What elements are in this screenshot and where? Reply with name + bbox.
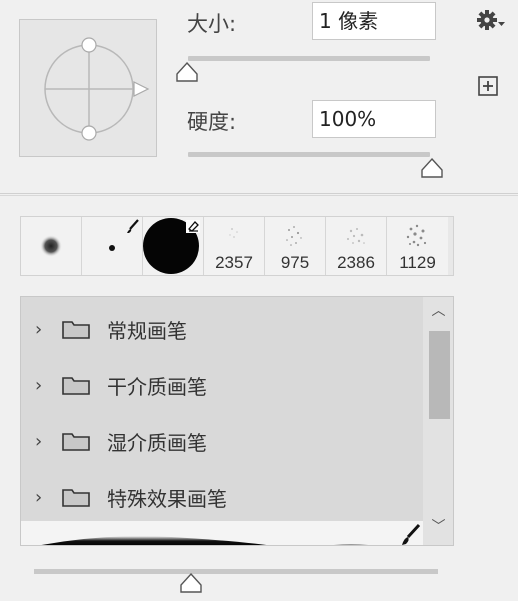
folder-label: 干介质画笔 bbox=[107, 374, 207, 399]
chevron-right-icon[interactable]: › bbox=[35, 431, 57, 452]
size-slider-track[interactable] bbox=[188, 56, 430, 61]
brush-folder-row[interactable]: › 干介质画笔 bbox=[21, 357, 423, 413]
eraser-icon bbox=[186, 220, 200, 233]
soft-round-brush-icon bbox=[40, 235, 62, 257]
small-hard-brush-icon bbox=[109, 219, 139, 251]
scrollbar-thumb[interactable] bbox=[429, 331, 450, 419]
brush-size-count: 2357 bbox=[215, 253, 253, 272]
brush-swatch-1129[interactable]: 1129 bbox=[387, 217, 448, 275]
angle-handle bbox=[133, 81, 150, 97]
chevron-right-icon[interactable]: › bbox=[35, 487, 57, 508]
brush-swatch-2357[interactable]: 2357 bbox=[204, 217, 265, 275]
folder-label: 湿介质画笔 bbox=[107, 430, 207, 455]
angle-roundness-diagram bbox=[44, 37, 150, 141]
brush-size-count: 2386 bbox=[337, 253, 375, 272]
size-slider-thumb[interactable] bbox=[175, 61, 199, 83]
folder-label: 常规画笔 bbox=[107, 318, 187, 343]
brush-preset-list: › 常规画笔 › 干介质画笔 › 湿介质画笔 › 特殊效果画笔 ︿ ﹀ bbox=[20, 296, 454, 546]
roundness-handle-bottom bbox=[81, 125, 97, 141]
chevron-right-icon[interactable]: › bbox=[35, 319, 57, 340]
brush-stroke-preview[interactable] bbox=[21, 521, 423, 545]
brush-angle-roundness-preview[interactable] bbox=[19, 19, 157, 157]
folder-icon bbox=[62, 321, 90, 339]
folder-icon bbox=[62, 489, 90, 507]
plus-square-icon[interactable] bbox=[478, 76, 498, 96]
chevron-right-icon[interactable]: › bbox=[35, 375, 57, 396]
large-hard-brush-icon bbox=[143, 218, 200, 274]
brush-size-count: 975 bbox=[280, 253, 310, 272]
brush-folder-row[interactable]: › 湿介质画笔 bbox=[21, 413, 423, 469]
roundness-handle-top bbox=[81, 37, 97, 53]
recent-brushes-strip: 2357 975 2386 1129 bbox=[20, 216, 454, 276]
brush-folder-row[interactable]: › 常规画笔 bbox=[21, 301, 423, 357]
brush-swatch-975[interactable]: 975 bbox=[265, 217, 326, 275]
chevron-down-icon[interactable]: ﹀ bbox=[423, 515, 453, 539]
chevron-up-icon[interactable]: ︿ bbox=[423, 299, 453, 323]
gear-icon[interactable] bbox=[476, 8, 506, 32]
brush-size-count: 1129 bbox=[399, 253, 436, 272]
size-label: 大小: bbox=[187, 12, 237, 36]
hardness-label: 硬度: bbox=[187, 110, 237, 134]
hardness-slider-track[interactable] bbox=[188, 152, 430, 157]
hardness-input[interactable]: 100% bbox=[312, 100, 436, 138]
brush-presets-panel: 2357 975 2386 1129 › 常规画笔 › 干介质画笔 › 湿介质画… bbox=[0, 195, 518, 601]
brush-swatch-small-hard[interactable] bbox=[82, 217, 143, 275]
paintbrush-icon bbox=[402, 523, 421, 545]
preview-size-slider-track[interactable] bbox=[34, 569, 438, 574]
brush-list-scrollbar[interactable]: ︿ ﹀ bbox=[423, 297, 453, 545]
hardness-slider-thumb[interactable] bbox=[420, 157, 444, 179]
brush-swatch-large-hard[interactable] bbox=[143, 217, 204, 275]
brush-settings-panel: 大小: 1 像素 硬度: 100% bbox=[0, 0, 518, 194]
size-input[interactable]: 1 像素 bbox=[312, 2, 436, 40]
paintbrush-icon bbox=[127, 219, 139, 233]
brush-stroke-preview-graphic bbox=[41, 523, 421, 545]
brush-swatch-2386[interactable]: 2386 bbox=[326, 217, 387, 275]
folder-icon bbox=[62, 377, 90, 395]
brush-folder-row[interactable]: › 特殊效果画笔 bbox=[21, 469, 423, 525]
folder-icon bbox=[62, 433, 90, 451]
preview-size-slider-thumb[interactable] bbox=[179, 572, 203, 594]
folder-label: 特殊效果画笔 bbox=[107, 486, 227, 511]
brush-swatch-soft-round[interactable] bbox=[21, 217, 82, 275]
chevron-down-icon bbox=[498, 22, 505, 26]
